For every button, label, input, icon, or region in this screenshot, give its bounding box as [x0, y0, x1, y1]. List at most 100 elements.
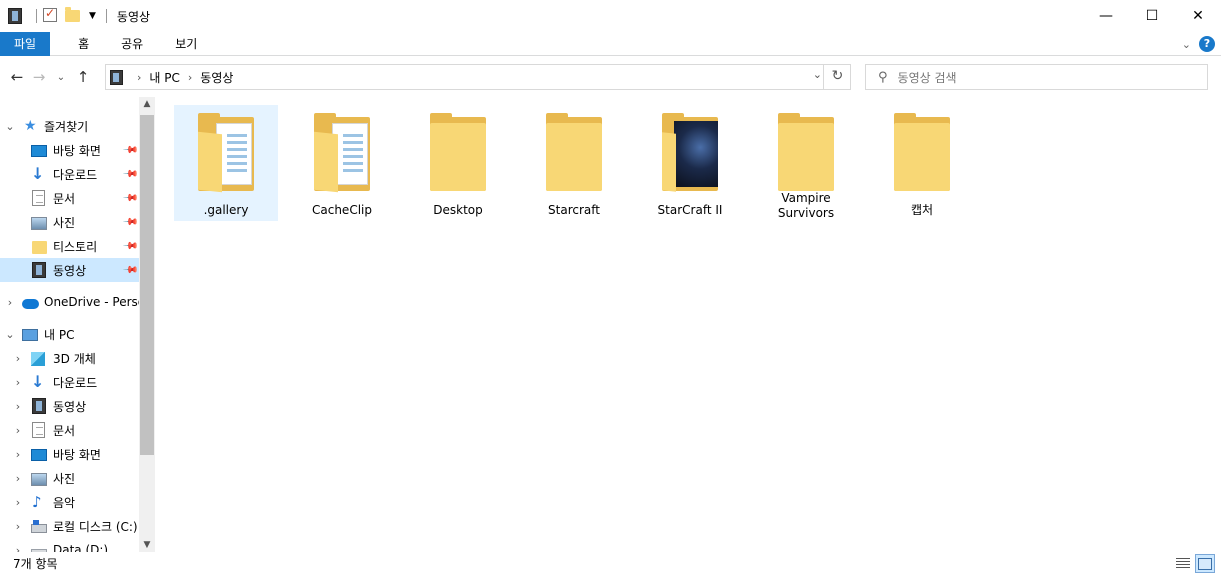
minimize-button[interactable]: —: [1083, 0, 1129, 32]
expand-chevron-icon[interactable]: ›: [12, 520, 24, 533]
new-folder-icon[interactable]: [65, 7, 81, 24]
folder-item-starcraft-ii[interactable]: StarCraft II: [638, 105, 742, 221]
help-icon[interactable]: ?: [1199, 36, 1215, 52]
folder-item-cacheclip[interactable]: CacheClip: [290, 105, 394, 221]
expand-ribbon-chevron-icon[interactable]: ⌄: [1182, 38, 1191, 51]
pin-icon: 📌: [121, 237, 139, 255]
breadcrumb-videos[interactable]: 동영상: [200, 69, 233, 86]
folder-item-starcraft[interactable]: Starcraft: [522, 105, 626, 221]
expand-chevron-icon[interactable]: ›: [12, 544, 24, 553]
large-icons-view-icon: [1198, 557, 1212, 570]
breadcrumb-separator-icon[interactable]: ›: [188, 71, 192, 84]
sidebar-item-music[interactable]: › ♪ 음악: [0, 490, 139, 514]
folder-icon: [658, 113, 722, 193]
up-button[interactable]: ↑: [72, 68, 94, 86]
scroll-up-icon[interactable]: ▲: [139, 99, 155, 109]
folder-name: CacheClip: [312, 203, 372, 217]
video-icon: [32, 398, 46, 414]
divider: [105, 9, 107, 23]
expand-chevron-icon[interactable]: ›: [12, 472, 24, 485]
details-view-button[interactable]: [1173, 554, 1193, 573]
sidebar-item-pictures[interactable]: 사진 📌: [0, 210, 139, 234]
tab-view[interactable]: 보기: [159, 32, 213, 56]
sidebar-item-label: 음악: [53, 495, 76, 510]
folder-item-vampire-survivors[interactable]: Vampire Survivors: [754, 105, 858, 221]
sidebar-item-this-pc[interactable]: ⌄ 내 PC: [0, 322, 139, 346]
search-icon: ⚲: [878, 69, 888, 85]
sidebar-item-quick-access[interactable]: ⌄ ★ 즐겨찾기: [0, 114, 139, 138]
folder-name: StarCraft II: [657, 203, 723, 217]
customize-toolbar-chevron-icon[interactable]: ▼: [89, 11, 96, 21]
breadcrumb-separator-icon[interactable]: ›: [137, 71, 141, 84]
window-title: 동영상: [116, 9, 151, 24]
pin-icon: 📌: [121, 189, 139, 207]
folder-name: 캡처: [910, 203, 934, 217]
sidebar-item-downloads[interactable]: ↓ 다운로드 📌: [0, 162, 139, 186]
scroll-down-icon[interactable]: ▼: [139, 540, 155, 550]
sidebar-item-label: 티스토리: [53, 239, 98, 254]
sidebar-item-documents[interactable]: 문서 📌: [0, 186, 139, 210]
expand-chevron-icon[interactable]: ›: [12, 400, 24, 413]
expand-chevron-icon[interactable]: ›: [12, 376, 24, 389]
expand-chevron-icon[interactable]: ›: [12, 496, 24, 509]
close-button[interactable]: ✕: [1175, 0, 1221, 32]
sidebar-item-3d-objects[interactable]: › 3D 개체: [0, 346, 139, 370]
maximize-button[interactable]: ☐: [1129, 0, 1175, 32]
download-icon: ↓: [31, 164, 45, 183]
collapse-chevron-icon[interactable]: ⌄: [4, 328, 16, 341]
sidebar-item-downloads-pc[interactable]: › ↓ 다운로드: [0, 370, 139, 394]
sidebar-item-data-d[interactable]: › Data (D:): [0, 538, 139, 552]
sidebar-item-label: 사진: [53, 471, 76, 486]
sidebar-item-desktop-pc[interactable]: › 바탕 화면: [0, 442, 139, 466]
sidebar-item-label: 문서: [53, 191, 76, 206]
large-icons-view-button[interactable]: [1195, 554, 1215, 573]
expand-chevron-icon[interactable]: ›: [12, 448, 24, 461]
sidebar-item-label: 동영상: [53, 399, 87, 414]
collapse-chevron-icon[interactable]: ⌄: [4, 120, 16, 133]
folder-icon: [542, 113, 606, 193]
navigation-pane: ⌄ ★ 즐겨찾기 바탕 화면 📌 ↓ 다운로드 📌 문서 📌 사진 📌 티스토리…: [0, 97, 155, 552]
desktop-icon: [31, 449, 47, 461]
scroll-thumb[interactable]: [140, 115, 154, 455]
sidebar-scrollbar[interactable]: ▲ ▼: [139, 97, 155, 552]
sidebar-item-videos[interactable]: 동영상 📌: [0, 258, 139, 282]
recent-locations-button[interactable]: ⌄: [50, 72, 72, 83]
sidebar-item-local-disk-c[interactable]: › 로컬 디스크 (C:): [0, 514, 139, 538]
search-input[interactable]: ⚲ 동영상 검색: [865, 64, 1208, 90]
expand-chevron-icon[interactable]: ›: [12, 352, 24, 365]
properties-icon[interactable]: [43, 6, 59, 24]
folder-item-capture[interactable]: 캡처: [870, 105, 974, 221]
sidebar-item-pictures-pc[interactable]: › 사진: [0, 466, 139, 490]
folder-icon: [194, 113, 258, 193]
folder-item-desktop[interactable]: Desktop: [406, 105, 510, 221]
tab-file[interactable]: 파일: [0, 31, 51, 56]
sidebar-item-tistory[interactable]: 티스토리 📌: [0, 234, 139, 258]
sidebar-item-label: 즐겨찾기: [44, 119, 89, 134]
video-icon: [32, 262, 46, 278]
back-button[interactable]: ←: [6, 68, 28, 86]
desktop-icon: [31, 145, 47, 157]
tab-share[interactable]: 공유: [105, 32, 159, 56]
sidebar-item-desktop[interactable]: 바탕 화면 📌: [0, 138, 139, 162]
breadcrumb-this-pc[interactable]: 내 PC: [149, 69, 179, 86]
local-disk-icon: [31, 520, 47, 533]
video-folder-icon: [8, 8, 24, 24]
search-placeholder: 동영상 검색: [897, 70, 957, 85]
forward-button[interactable]: →: [28, 68, 50, 86]
tab-home[interactable]: 홈: [62, 32, 105, 56]
sidebar-item-videos-pc[interactable]: › 동영상: [0, 394, 139, 418]
file-list: .gallery CacheClip Desktop Starcraft Sta…: [156, 97, 1221, 552]
refresh-button[interactable]: ↻: [823, 64, 851, 90]
sidebar-item-documents-pc[interactable]: › 문서: [0, 418, 139, 442]
address-dropdown-chevron-icon[interactable]: ⌄: [813, 68, 822, 81]
pin-icon: 📌: [121, 141, 139, 159]
expand-chevron-icon[interactable]: ›: [12, 424, 24, 437]
address-bar[interactable]: › 내 PC › 동영상 ⌄: [105, 64, 851, 90]
sidebar-item-onedrive[interactable]: › OneDrive - Person: [0, 290, 139, 314]
expand-chevron-icon[interactable]: ›: [4, 296, 16, 309]
sidebar-item-label: 3D 개체: [53, 351, 96, 366]
folder-item-gallery[interactable]: .gallery: [174, 105, 278, 221]
folder-name: .gallery: [203, 203, 249, 217]
sidebar-item-label: 동영상: [53, 263, 87, 278]
picture-icon: [31, 216, 47, 230]
